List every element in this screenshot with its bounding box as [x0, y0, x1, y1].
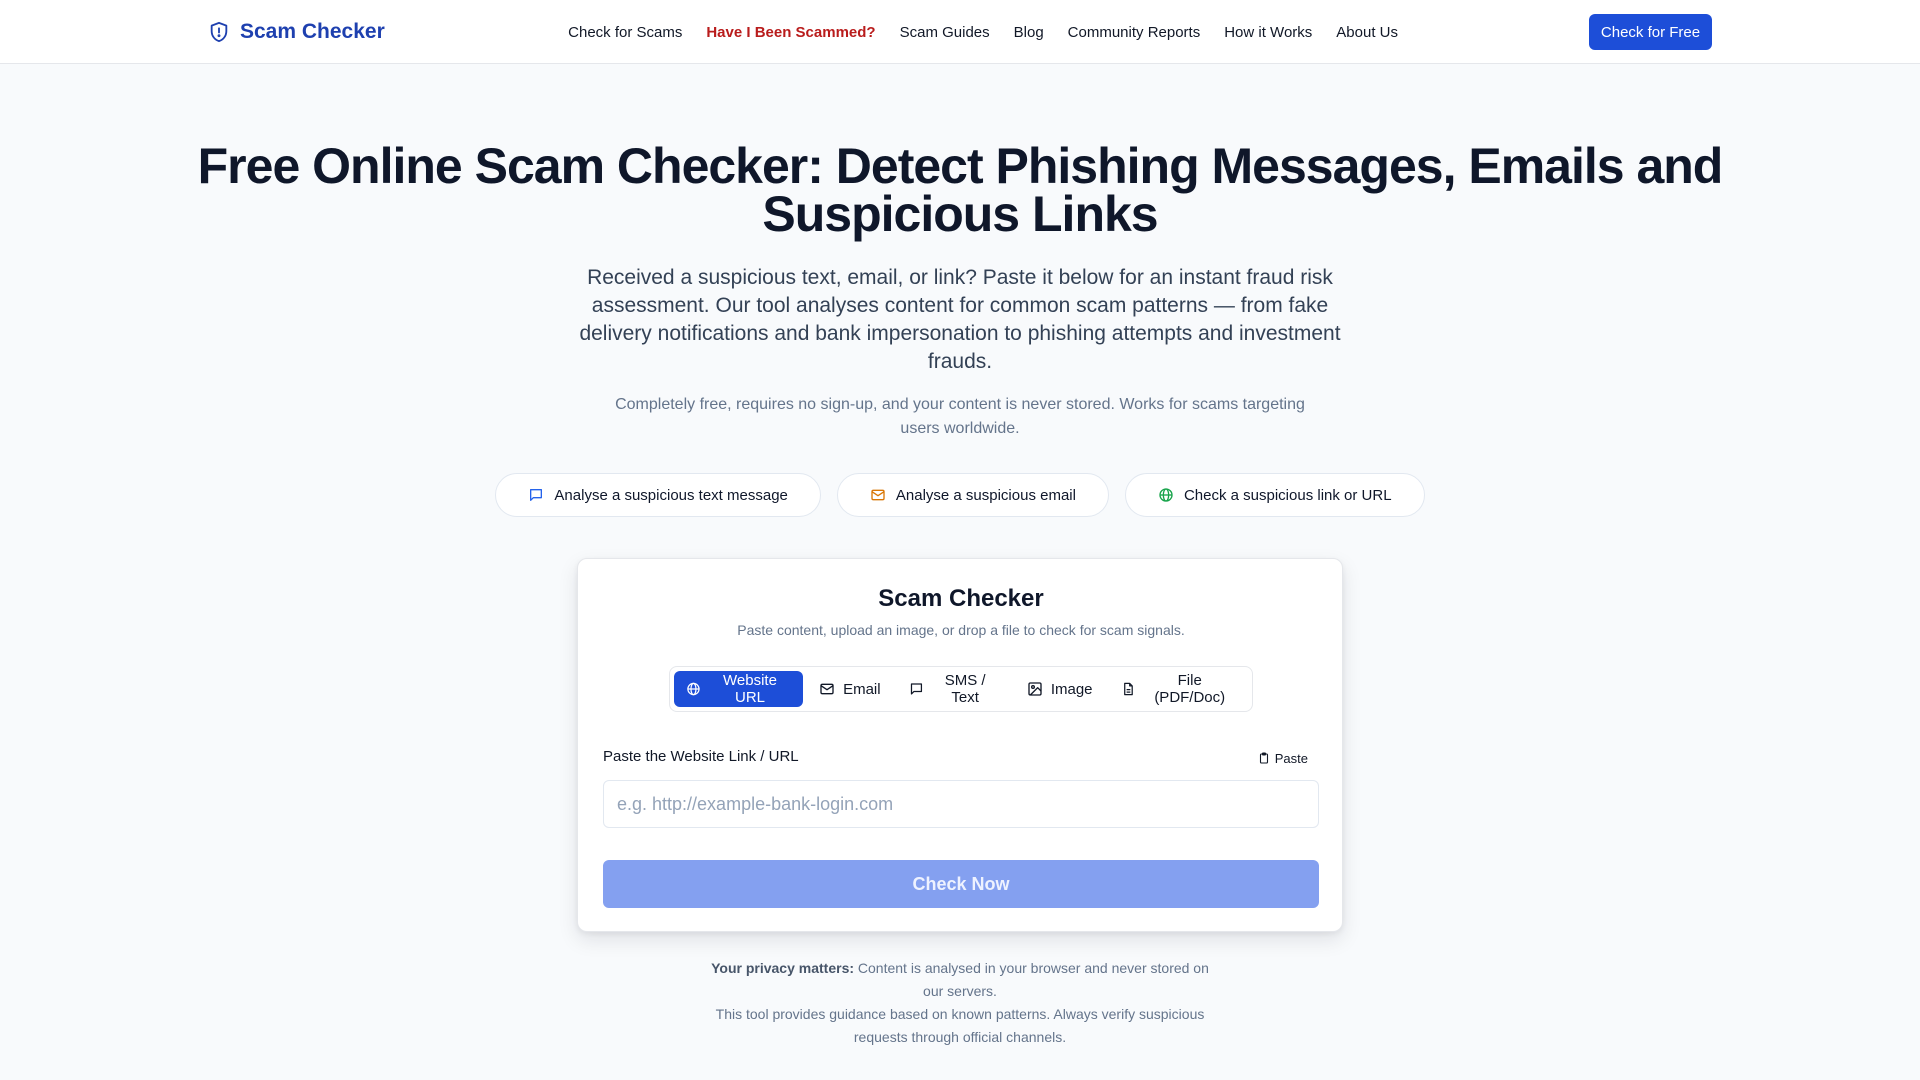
nav-have-i-been-scammed[interactable]: Have I Been Scammed?	[706, 24, 875, 41]
check-for-free-button[interactable]: Check for Free	[1589, 14, 1712, 50]
nav-about-us[interactable]: About Us	[1336, 24, 1398, 41]
page-title: Free Online Scam Checker: Detect Phishin…	[197, 138, 1724, 242]
analyse-email-button[interactable]: Analyse a suspicious email	[836, 473, 1109, 517]
paste-label: Paste	[1274, 750, 1308, 766]
mail-icon	[871, 489, 885, 501]
mail-icon	[820, 683, 834, 695]
input-type-tabs: Website URL Email SMS / Text Image File …	[669, 666, 1253, 712]
tab-label: Image	[1050, 680, 1093, 698]
hero-description: Received a suspicious text, email, or li…	[579, 266, 1341, 373]
privacy-heading: Your privacy matters:	[711, 960, 855, 976]
tab-label: File (PDF/Doc)	[1154, 672, 1226, 706]
check-now-button[interactable]: Check Now	[603, 860, 1319, 908]
image-icon	[1028, 682, 1042, 696]
brand-name: Scam Checker	[240, 20, 385, 43]
clipboard-icon	[1259, 752, 1268, 764]
check-link-button[interactable]: Check a suspicious link or URL	[1124, 473, 1425, 517]
tab-sms-text[interactable]: SMS / Text	[897, 671, 1011, 707]
pill-label: Analyse a suspicious text message	[554, 486, 788, 504]
tab-label: SMS / Text	[944, 672, 986, 706]
nav-check-for-scams[interactable]: Check for Scams	[568, 24, 682, 41]
site-header: Scam Checker Check for Scams Have I Been…	[0, 0, 1920, 64]
tab-image[interactable]: Image	[1015, 671, 1105, 707]
checker-subtitle: Paste content, upload an image, or drop …	[737, 622, 1185, 638]
nav-scam-guides[interactable]: Scam Guides	[900, 24, 990, 41]
disclaimer-note: This tool provides guidance based on kno…	[715, 1006, 1205, 1045]
globe-icon	[1159, 488, 1173, 502]
checker-title: Scam Checker	[878, 585, 1044, 612]
nav-community-reports[interactable]: Community Reports	[1068, 24, 1201, 41]
pill-label: Check a suspicious link or URL	[1183, 486, 1392, 504]
shield-icon	[210, 21, 228, 43]
message-icon	[530, 489, 543, 501]
main-nav: Check for Scams Have I Been Scammed? Sca…	[568, 0, 1398, 64]
globe-icon	[687, 682, 700, 696]
url-field-label: Paste the Website Link / URL	[603, 748, 799, 765]
tab-website-url[interactable]: Website URL	[674, 671, 804, 707]
pill-label: Analyse a suspicious email	[895, 486, 1076, 504]
scam-checker-card: Scam Checker Paste content, upload an im…	[577, 558, 1343, 932]
paste-button[interactable]: Paste	[1258, 747, 1308, 769]
nav-how-it-works[interactable]: How it Works	[1224, 24, 1312, 41]
tab-label: Email	[843, 680, 881, 698]
privacy-text: Content is analysed in your browser and …	[857, 960, 1209, 999]
analyse-text-message-button[interactable]: Analyse a suspicious text message	[495, 473, 821, 517]
brand-logo[interactable]: Scam Checker	[208, 18, 385, 46]
message-icon	[910, 683, 922, 695]
quick-actions: Analyse a suspicious text message Analys…	[0, 473, 1920, 517]
nav-blog[interactable]: Blog	[1014, 24, 1044, 41]
tab-email[interactable]: Email	[807, 671, 893, 707]
file-icon	[1123, 682, 1133, 696]
tab-label: Website URL	[723, 672, 777, 706]
tab-file[interactable]: File (PDF/Doc)	[1109, 671, 1248, 707]
privacy-note: Your privacy matters: Content is analyse…	[700, 957, 1220, 1003]
hero-subtext: Completely free, requires no sign-up, an…	[615, 396, 1305, 437]
url-input[interactable]	[603, 780, 1319, 828]
